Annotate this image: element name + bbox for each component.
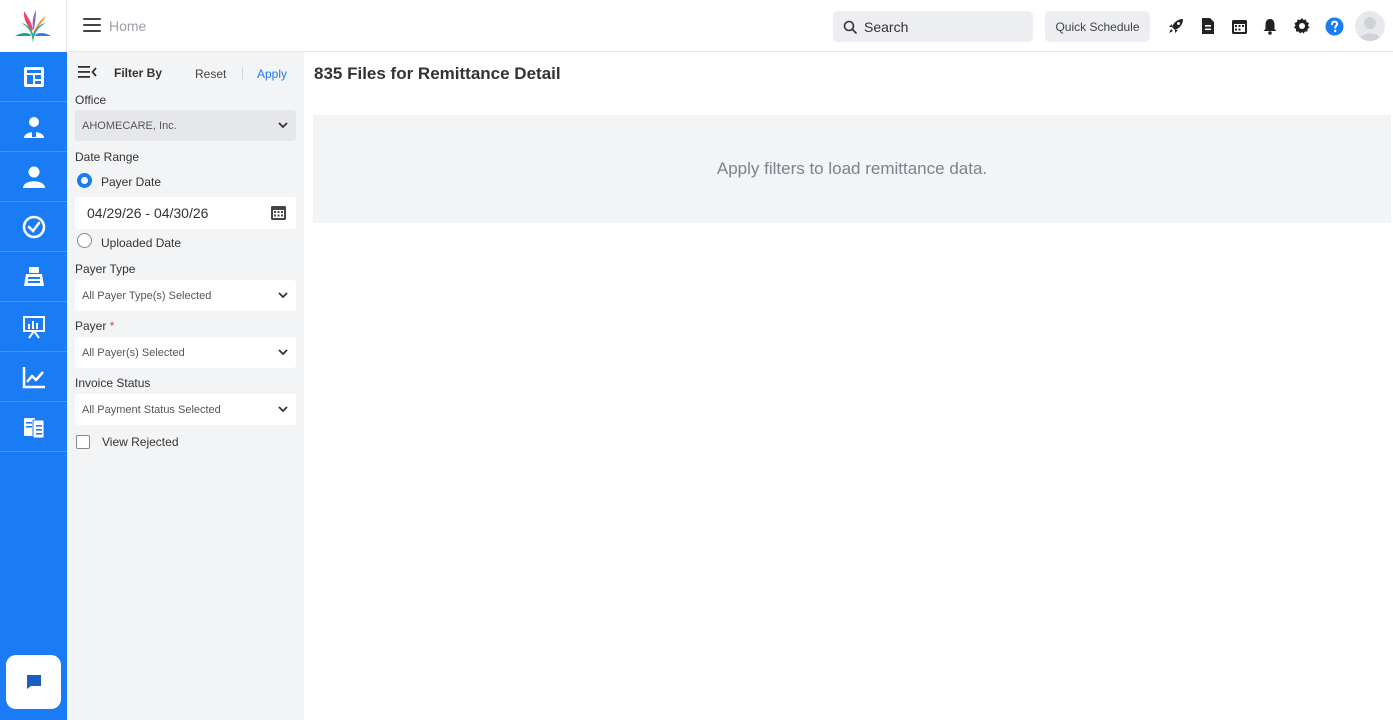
rail-item-billing[interactable] xyxy=(0,252,67,302)
search-input[interactable]: Search xyxy=(833,11,1033,42)
collapse-filter-icon[interactable] xyxy=(78,65,98,79)
view-rejected-label: View Rejected xyxy=(102,435,179,449)
required-marker: * xyxy=(109,319,115,333)
rail-item-analytics[interactable] xyxy=(0,352,67,402)
invoice-status-value: All Payment Status Selected xyxy=(82,403,221,416)
filter-panel: Filter By Reset Apply Office AHOMECARE, … xyxy=(67,52,304,720)
chevron-down-icon xyxy=(278,406,288,413)
chat-icon xyxy=(26,675,41,689)
chevron-down-icon xyxy=(278,349,288,356)
date-range-input[interactable]: 04/29/26 - 04/30/26 xyxy=(75,197,296,229)
presentation-icon xyxy=(22,315,45,339)
logo-icon xyxy=(15,10,51,43)
chevron-down-icon xyxy=(278,292,288,299)
user-avatar-icon xyxy=(1359,17,1381,41)
payer-date-label: Payer Date xyxy=(101,175,162,189)
menu-icon[interactable] xyxy=(83,18,101,32)
office-select[interactable]: AHOMECARE, Inc. xyxy=(75,110,296,141)
payer-label: Payer * xyxy=(75,319,114,333)
apply-button[interactable]: Apply xyxy=(257,67,287,81)
rocket-icon[interactable] xyxy=(1165,15,1187,37)
search-placeholder: Search xyxy=(864,18,909,35)
help-icon[interactable] xyxy=(1323,15,1345,37)
chat-button[interactable] xyxy=(6,655,61,709)
uploaded-date-label: Uploaded Date xyxy=(101,236,182,250)
filter-header: Filter By Reset Apply xyxy=(77,65,297,83)
payer-type-select[interactable]: All Payer Type(s) Selected xyxy=(75,280,296,311)
billing-icon xyxy=(23,266,44,286)
rail-item-dashboard[interactable] xyxy=(0,52,67,102)
breadcrumb[interactable]: Home xyxy=(109,18,146,34)
page-title: 835 Files for Remittance Detail xyxy=(314,64,561,83)
view-rejected-checkbox[interactable] xyxy=(76,435,90,449)
clock-icon xyxy=(22,215,45,238)
documents-icon xyxy=(23,417,44,438)
invoice-status-select[interactable]: All Payment Status Selected xyxy=(75,394,296,425)
payer-value: All Payer(s) Selected xyxy=(82,346,185,359)
calendar-icon[interactable] xyxy=(1228,15,1250,37)
rail-item-reports[interactable] xyxy=(0,302,67,352)
chart-icon xyxy=(22,366,45,388)
office-value: AHOMECARE, Inc. xyxy=(82,119,177,132)
empty-message: Apply filters to load remittance data. xyxy=(716,159,988,178)
office-label: Office xyxy=(75,93,107,107)
invoice-status-label: Invoice Status xyxy=(75,376,151,390)
filter-title: Filter By xyxy=(114,66,163,80)
payer-type-label: Payer Type xyxy=(75,262,136,276)
chevron-down-icon xyxy=(278,122,288,129)
divider xyxy=(242,67,243,81)
document-icon[interactable] xyxy=(1197,15,1219,37)
reset-button[interactable]: Reset xyxy=(195,67,226,81)
nav-rail xyxy=(0,0,67,720)
payer-date-radio[interactable] xyxy=(77,173,92,188)
avatar[interactable] xyxy=(1355,11,1385,41)
empty-state: Apply filters to load remittance data. xyxy=(313,115,1391,223)
quick-schedule-button[interactable]: Quick Schedule xyxy=(1045,11,1150,42)
payer-label-text: Payer xyxy=(75,319,107,333)
rail-item-clients[interactable] xyxy=(0,152,67,202)
rail-item-caregivers[interactable] xyxy=(0,102,67,152)
dashboard-icon xyxy=(23,66,44,87)
calendar-icon[interactable] xyxy=(270,204,287,221)
rail-item-documents[interactable] xyxy=(0,402,67,452)
gear-icon[interactable] xyxy=(1291,15,1313,37)
client-icon xyxy=(22,166,45,188)
bell-icon[interactable] xyxy=(1259,15,1281,37)
caregiver-icon xyxy=(23,116,44,138)
payer-type-value: All Payer Type(s) Selected xyxy=(82,289,212,302)
uploaded-date-radio[interactable] xyxy=(77,233,92,248)
search-icon xyxy=(843,20,857,34)
date-range-value: 04/29/26 - 04/30/26 xyxy=(87,205,209,221)
app-logo[interactable] xyxy=(0,0,67,52)
date-range-label: Date Range xyxy=(75,150,140,164)
payer-select[interactable]: All Payer(s) Selected xyxy=(75,337,296,368)
rail-item-schedule[interactable] xyxy=(0,202,67,252)
top-bar: Home Search Quick Schedule xyxy=(67,0,1393,52)
